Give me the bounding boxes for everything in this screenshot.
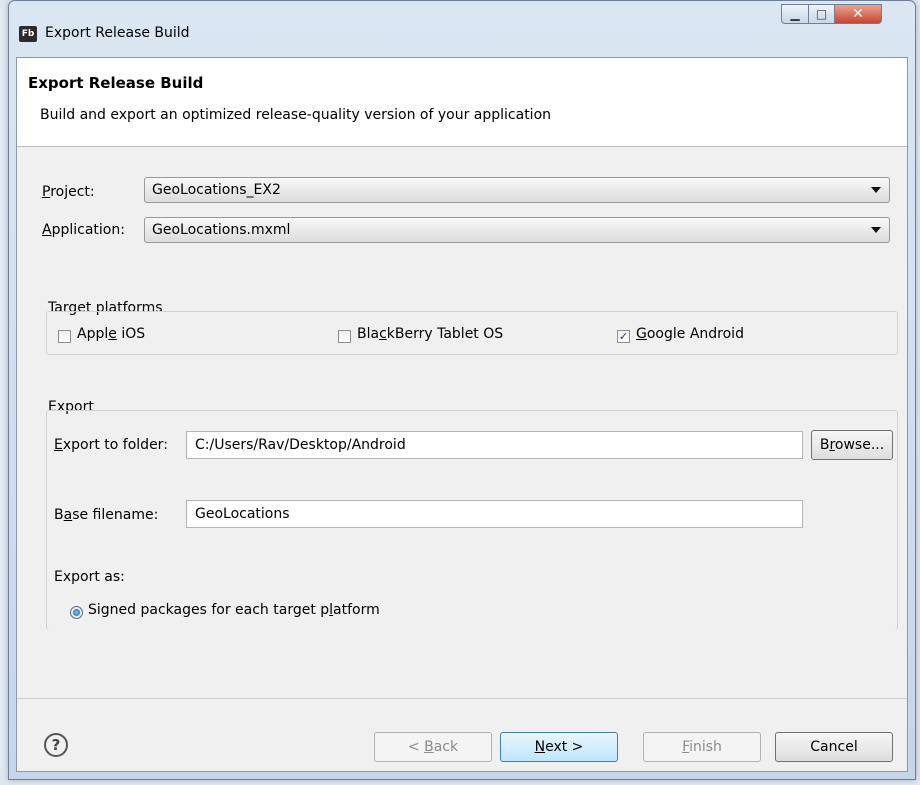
footer-divider [17, 698, 907, 699]
export-folder-input[interactable]: C:/Users/Rav/Desktop/Android [186, 431, 803, 459]
base-filename-input[interactable]: GeoLocations [186, 500, 803, 528]
blackberry-text: BlackBerry Tablet OS [357, 326, 504, 342]
chevron-down-icon [871, 187, 881, 193]
google-android-label[interactable]: Google Android [636, 326, 744, 342]
next-button[interactable]: Next > [500, 732, 618, 762]
help-icon[interactable]: ? [44, 733, 68, 757]
application-label: Application: [42, 222, 125, 238]
google-android-checkbox[interactable]: ✓ [617, 330, 630, 343]
close-icon: ✕ [852, 6, 864, 22]
back-button[interactable]: < Back [374, 732, 492, 762]
window-title: Export Release Build [45, 25, 190, 41]
minimize-button[interactable]: ▁ [781, 4, 809, 24]
google-android-text: Google Android [636, 326, 744, 342]
blackberry-label[interactable]: BlackBerry Tablet OS [357, 326, 503, 342]
signed-packages-radio[interactable] [70, 606, 83, 619]
signed-packages-text: Signed packages for each target platform [88, 602, 380, 618]
flash-builder-icon: Fb [19, 26, 37, 42]
base-filename-text: Base filename: [54, 507, 159, 523]
maximize-button[interactable]: □ [808, 4, 835, 24]
next-text: Next > [534, 739, 584, 755]
apple-ios-text: Apple iOS [77, 326, 146, 342]
browse-button[interactable]: Browse... [811, 430, 893, 460]
chevron-down-icon [871, 227, 881, 233]
base-filename-label: Base filename: [54, 507, 158, 523]
cancel-button[interactable]: Cancel [775, 732, 893, 762]
apple-ios-checkbox[interactable] [58, 330, 71, 343]
application-select[interactable]: GeoLocations.mxml [144, 217, 890, 243]
application-value: GeoLocations.mxml [152, 222, 291, 238]
dialog-content: Export Release Build Build and export an… [16, 57, 908, 772]
header-banner: Export Release Build Build and export an… [17, 58, 907, 147]
project-select[interactable]: GeoLocations_EX2 [144, 177, 890, 203]
blackberry-checkbox[interactable] [338, 330, 351, 343]
title-bar[interactable]: Fb Export Release Build ▁ □ ✕ [9, 1, 915, 57]
export-folder-text: Export to folder: [54, 437, 168, 453]
back-text: < Back [407, 739, 459, 755]
dialog-window: Fb Export Release Build ▁ □ ✕ Export Rel… [8, 0, 916, 780]
apple-ios-label[interactable]: Apple iOS [77, 326, 145, 342]
finish-text: Finish [682, 739, 722, 755]
finish-button[interactable]: Finish [643, 732, 761, 762]
page-description: Build and export an optimized release-qu… [40, 107, 552, 123]
minimize-icon: ▁ [790, 7, 800, 21]
project-label: Project: [42, 184, 95, 200]
export-as-label: Export as: [54, 569, 125, 585]
signed-packages-label[interactable]: Signed packages for each target platform [88, 602, 380, 618]
maximize-icon: □ [815, 7, 828, 21]
project-value: GeoLocations_EX2 [152, 182, 281, 198]
browse-text: Browse... [819, 437, 885, 453]
page-title: Export Release Build [28, 74, 204, 92]
export-folder-label: Export to folder: [54, 437, 168, 453]
close-button[interactable]: ✕ [834, 4, 882, 24]
radio-selected-dot [73, 609, 80, 616]
